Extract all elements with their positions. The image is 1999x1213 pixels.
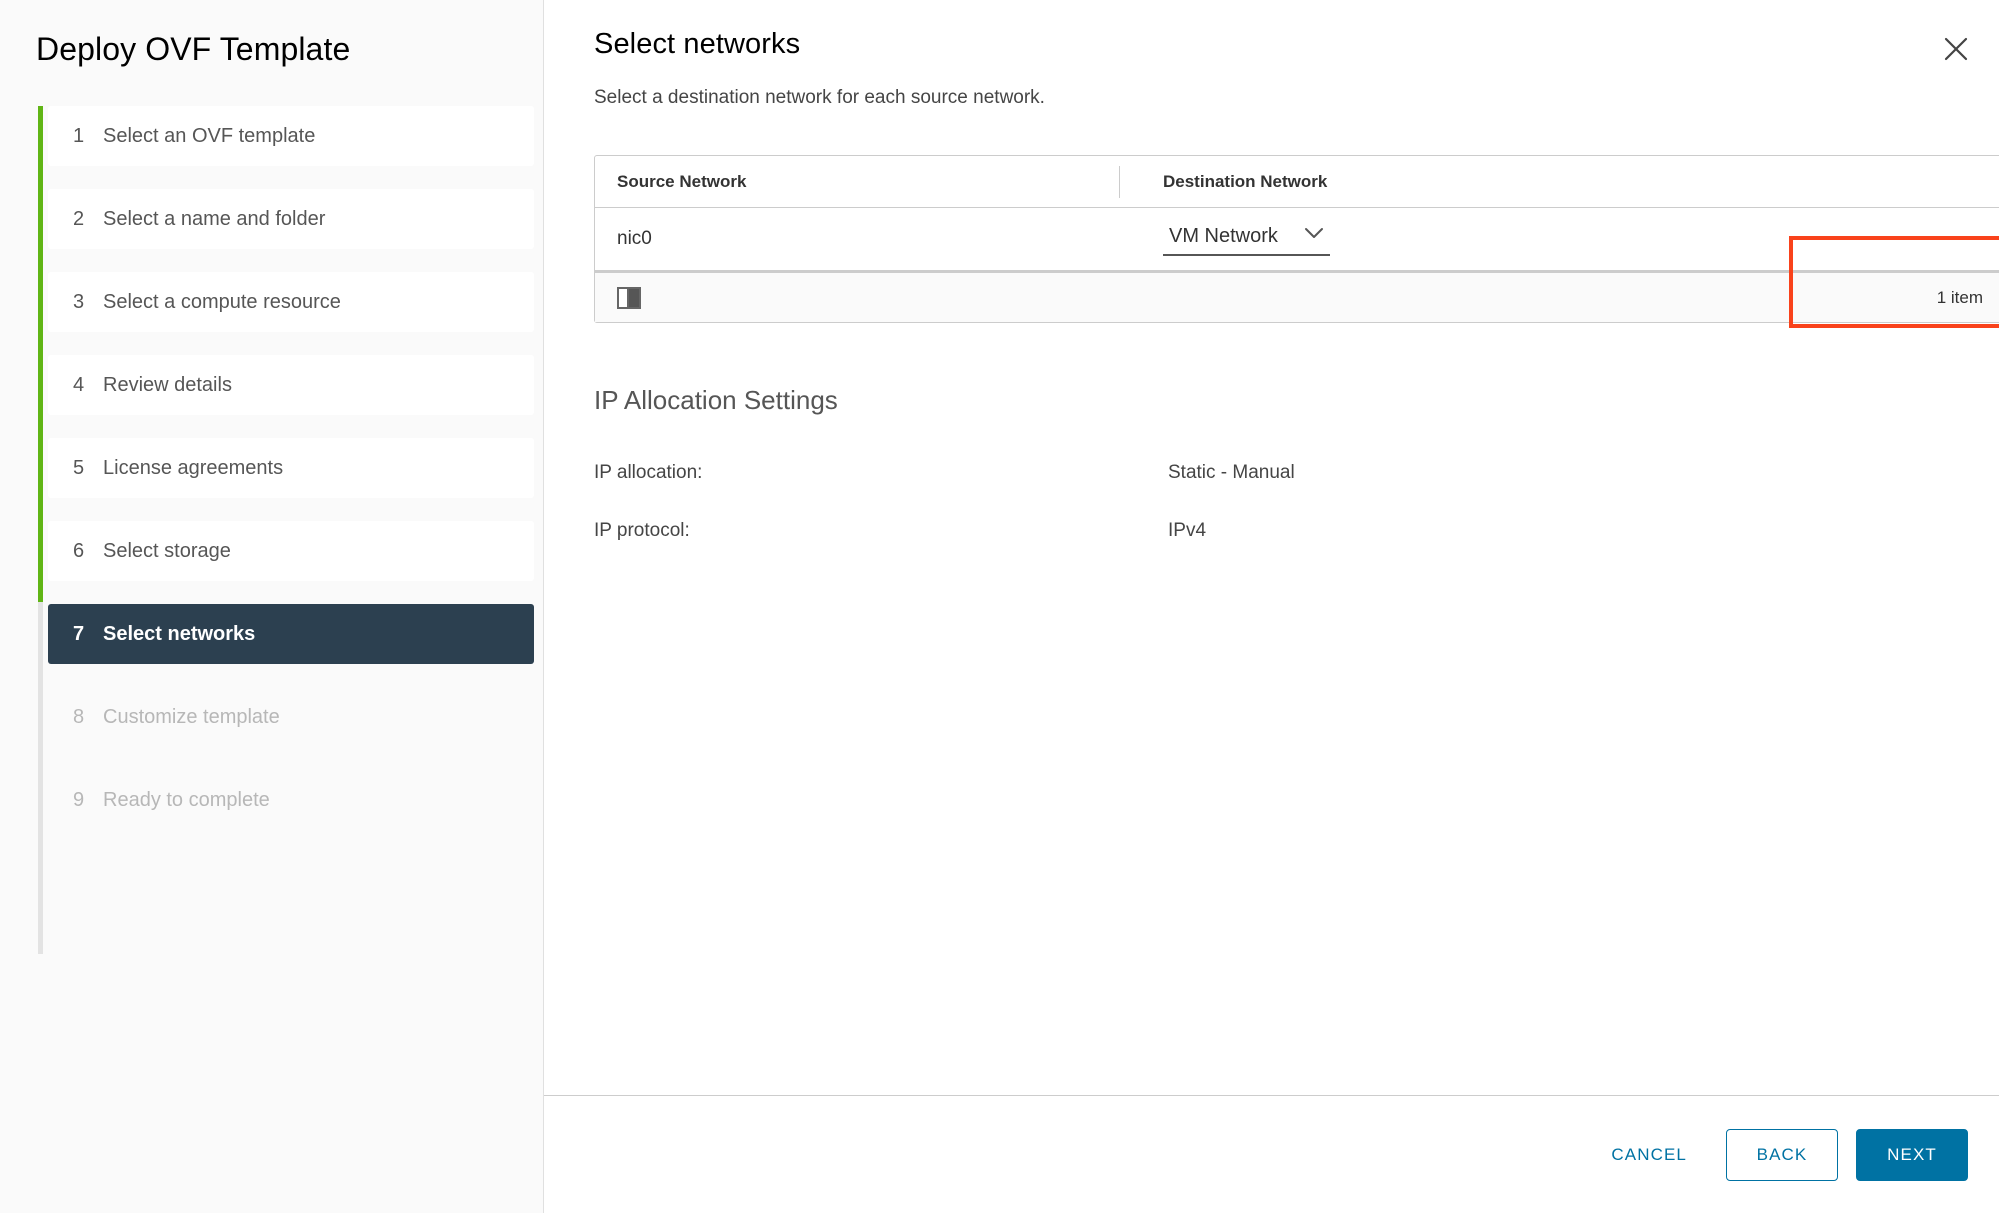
sidebar-step-1-label: Select an OVF template	[103, 124, 316, 147]
sidebar-step-6-label: Select storage	[103, 539, 231, 562]
sidebar-step-5[interactable]: 5 License agreements	[48, 438, 534, 499]
sidebar-step-4-label: Review details	[103, 373, 232, 396]
sidebar-step-8: 8 Customize template	[48, 687, 534, 747]
sidebar-step-3-number: 3	[73, 290, 85, 313]
ip-protocol-label: IP protocol:	[594, 520, 690, 541]
sidebar-step-5-label: License agreements	[103, 456, 284, 479]
close-icon[interactable]	[1934, 27, 1978, 71]
sidebar-step-2-label: Select a name and folder	[103, 207, 326, 230]
sidebar-step-4[interactable]: 4 Review details	[48, 355, 534, 416]
sidebar-step-9-number: 9	[73, 788, 85, 811]
destination-network-selected-value: VM Network	[1169, 224, 1278, 247]
ip-allocation-value: Static - Manual	[1168, 462, 1295, 483]
sidebar-step-2[interactable]: 2 Select a name and folder	[48, 189, 534, 250]
cancel-button[interactable]: CANCEL	[1590, 1129, 1708, 1181]
ip-protocol-row: IP protocol: IPv4	[594, 520, 1999, 542]
progress-rail-complete	[38, 106, 43, 603]
next-button[interactable]: NEXT	[1856, 1128, 1968, 1181]
sidebar-step-7-label: Select networks	[103, 622, 256, 645]
chevron-down-icon	[1304, 227, 1324, 245]
ip-allocation-row: IP allocation: Static - Manual	[594, 462, 1999, 484]
wizard-sidebar: Deploy OVF Template 1 Select an OVF temp…	[0, 0, 544, 1213]
sidebar-step-7-number: 7	[73, 622, 85, 645]
wizard-title: Deploy OVF Template	[36, 31, 351, 67]
ip-allocation-heading: IP Allocation Settings	[594, 385, 838, 415]
progress-rail-pending	[38, 602, 43, 955]
sidebar-step-3-label: Select a compute resource	[103, 290, 341, 313]
sidebar-step-7-select-networks[interactable]: 7 Select networks	[48, 604, 534, 665]
table-row: nic0 VM Network	[595, 208, 1999, 270]
cell-destination-network: VM Network	[1135, 223, 1330, 256]
sidebar-step-6-number: 6	[73, 539, 85, 562]
sidebar-step-1-number: 1	[73, 124, 85, 147]
column-header-destination-network: Destination Network	[1163, 171, 1328, 191]
column-header-source-network: Source Network	[617, 171, 747, 191]
sidebar-step-2-number: 2	[73, 207, 85, 230]
deploy-ovf-template-wizard: Deploy OVF Template 1 Select an OVF temp…	[0, 0, 1999, 1213]
column-toggle-icon[interactable]	[617, 286, 641, 309]
sidebar-step-6[interactable]: 6 Select storage	[48, 521, 534, 582]
table-header-row: Source Network Destination Network	[595, 156, 1999, 208]
wizard-main-panel: Select networks Select a destination net…	[544, 0, 1999, 1213]
sidebar-step-1[interactable]: 1 Select an OVF template	[48, 106, 534, 167]
page-subtitle: Select a destination network for each so…	[594, 87, 1045, 108]
destination-network-select[interactable]: VM Network	[1163, 223, 1330, 256]
sidebar-step-3[interactable]: 3 Select a compute resource	[48, 272, 534, 333]
table-item-count: 1 item	[1936, 287, 1983, 307]
back-button[interactable]: BACK	[1726, 1128, 1838, 1181]
network-mapping-table: Source Network Destination Network nic0 …	[594, 155, 1999, 323]
ip-allocation-settings-section: IP Allocation Settings IP allocation: St…	[594, 385, 1999, 542]
ip-protocol-value: IPv4	[1168, 520, 1207, 541]
ip-allocation-label: IP allocation:	[594, 462, 703, 483]
sidebar-step-9: 9 Ready to complete	[48, 770, 534, 830]
column-divider	[1119, 166, 1120, 198]
sidebar-step-9-label: Ready to complete	[103, 788, 270, 811]
wizard-steps-list: 1 Select an OVF template 2 Select a name…	[0, 106, 543, 955]
sidebar-step-8-label: Customize template	[103, 705, 280, 728]
cell-source-network: nic0	[617, 228, 652, 249]
sidebar-step-5-number: 5	[73, 456, 85, 479]
wizard-action-bar: CANCEL BACK NEXT	[544, 1095, 1999, 1213]
sidebar-step-8-number: 8	[73, 705, 85, 728]
page-title: Select networks	[594, 28, 801, 60]
table-footer: 1 item	[595, 270, 1999, 322]
sidebar-step-4-number: 4	[73, 373, 85, 396]
